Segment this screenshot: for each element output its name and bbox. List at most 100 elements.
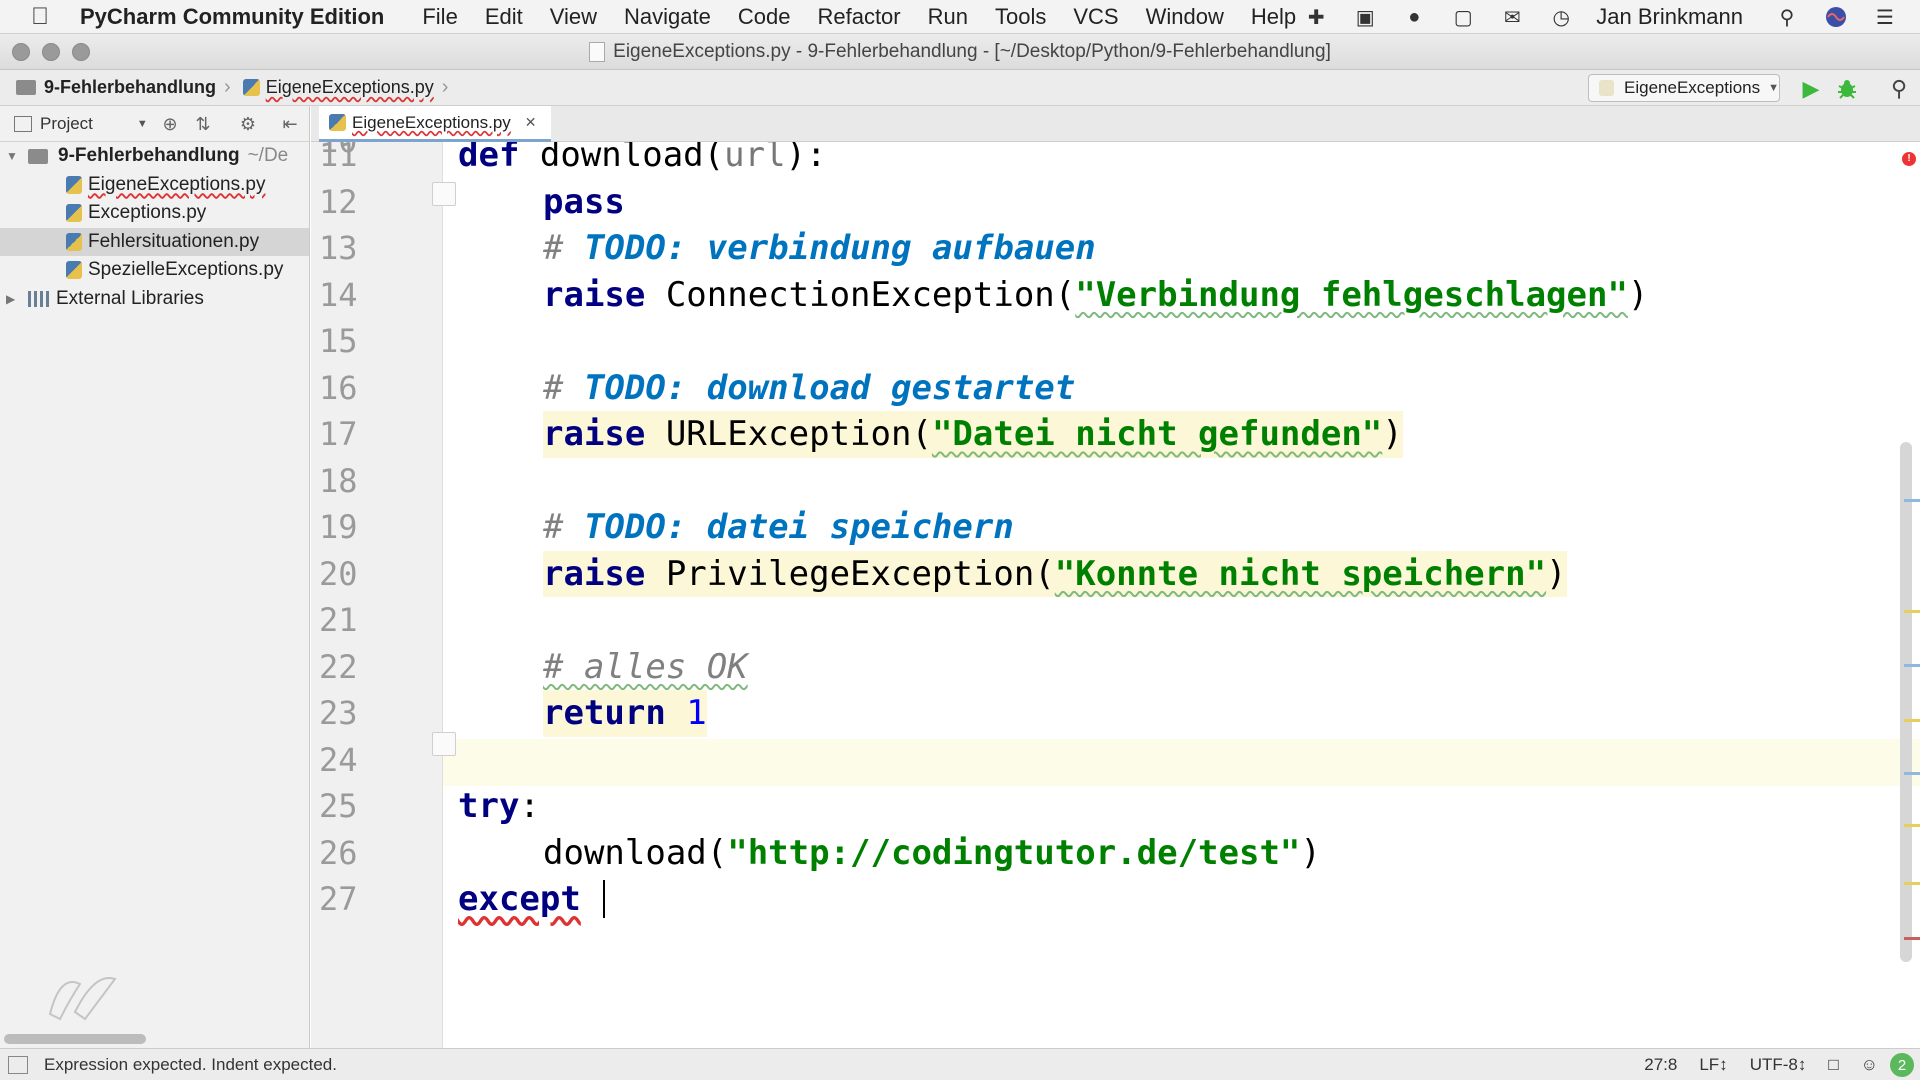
- warning-marker[interactable]: [1904, 610, 1920, 613]
- text-caret: [603, 880, 605, 918]
- expand-triangle-icon[interactable]: ▶: [6, 292, 20, 306]
- warning-marker[interactable]: [1904, 824, 1920, 827]
- line-number: 24: [319, 740, 358, 779]
- run-configuration-select[interactable]: EigeneExceptions ▼: [1588, 74, 1780, 102]
- zoom-window-button[interactable]: [72, 43, 90, 61]
- todo-marker[interactable]: [1904, 499, 1920, 502]
- keyword: raise: [543, 414, 646, 454]
- debug-icon[interactable]: [1834, 76, 1860, 102]
- file-label: Exceptions.py: [88, 202, 207, 224]
- punctuation: ):: [785, 142, 827, 175]
- tree-root-folder[interactable]: ▼ 9-Fehlerbehandlung ~/De: [0, 142, 309, 171]
- line-number: 12: [319, 182, 358, 221]
- tab-eigeneexceptions[interactable]: EigeneExceptions.py ✕: [319, 106, 551, 142]
- gear-icon[interactable]: ⚙: [238, 114, 258, 134]
- menu-refactor[interactable]: Refactor: [817, 4, 900, 30]
- tree-file-item[interactable]: EigeneExceptions.py: [0, 171, 309, 200]
- leaf-icon[interactable]: ●: [1400, 5, 1428, 29]
- apple-logo-icon[interactable]: : [0, 3, 80, 31]
- line-separator-selector[interactable]: LF↕: [1699, 1055, 1727, 1075]
- code-line-27: except: [458, 876, 581, 923]
- breadcrumb-project[interactable]: 9-Fehlerbehandlung ›: [0, 70, 233, 106]
- puzzle-icon[interactable]: ✚: [1302, 5, 1330, 29]
- hide-panel-icon[interactable]: ⇤: [280, 114, 300, 134]
- menu-run[interactable]: Run: [928, 4, 968, 30]
- menu-help[interactable]: Help: [1251, 4, 1296, 30]
- lock-icon[interactable]: □: [1828, 1055, 1838, 1075]
- function-name: download(: [519, 142, 725, 175]
- project-view-label[interactable]: Project: [40, 114, 93, 134]
- camera-icon[interactable]: ▢: [1449, 5, 1477, 29]
- encoding-selector[interactable]: UTF-8↕: [1750, 1055, 1807, 1075]
- todo-comment: TODO: verbindung aufbauen: [583, 228, 1096, 268]
- minimize-window-button[interactable]: [42, 43, 60, 61]
- menu-tools[interactable]: Tools: [995, 4, 1046, 30]
- menu-navigate[interactable]: Navigate: [624, 4, 711, 30]
- line-number: 23: [319, 694, 358, 732]
- tree-external-libraries[interactable]: ▶ External Libraries: [0, 285, 309, 314]
- run-icon[interactable]: ▶: [1798, 76, 1824, 102]
- code-line-19: # TODO: datei speichern: [543, 504, 1014, 551]
- notifications-badge[interactable]: 2: [1890, 1053, 1914, 1077]
- keyword: except: [458, 879, 581, 919]
- line-number-gutter: 10 11 12 13 14 15 16 17 18 19 20 21 22 2…: [311, 142, 443, 1048]
- fold-marker-icon[interactable]: [432, 732, 456, 756]
- warning-marker[interactable]: [1904, 882, 1920, 885]
- todo-marker[interactable]: [1904, 772, 1920, 775]
- menu-window[interactable]: Window: [1146, 4, 1224, 30]
- keyword: pass: [543, 181, 625, 222]
- menu-file[interactable]: File: [422, 4, 457, 30]
- error-indicator-icon[interactable]: !: [1902, 152, 1916, 166]
- python-file-icon: [242, 79, 260, 96]
- error-marker[interactable]: [1904, 937, 1920, 940]
- line-number: 27: [319, 880, 358, 918]
- menu-edit[interactable]: Edit: [485, 4, 523, 30]
- breadcrumb-file[interactable]: EigeneExceptions.py ›: [233, 70, 451, 106]
- keyword: return: [543, 693, 666, 733]
- warning-marker[interactable]: [1904, 719, 1920, 722]
- menu-view[interactable]: View: [550, 4, 597, 30]
- string-literal: "Konnte nicht speichern": [1054, 553, 1547, 594]
- expand-triangle-icon[interactable]: ▼: [6, 149, 20, 163]
- todo-marker[interactable]: [1904, 664, 1920, 667]
- close-window-button[interactable]: [12, 43, 30, 61]
- menu-code[interactable]: Code: [738, 4, 791, 30]
- close-icon[interactable]: ✕: [525, 114, 537, 131]
- chevron-right-icon: ›: [224, 76, 231, 98]
- tree-file-item[interactable]: Exceptions.py: [0, 199, 309, 228]
- scroll-from-source-icon[interactable]: ⊕: [160, 114, 180, 134]
- fold-marker-icon[interactable]: [432, 182, 456, 206]
- line-number: 25: [319, 787, 358, 825]
- menu-vcs[interactable]: VCS: [1073, 4, 1118, 30]
- string-literal: "Verbindung fehlgeschlagen": [1075, 274, 1628, 315]
- notification-center-icon[interactable]: ☰: [1871, 5, 1899, 29]
- inspector-icon[interactable]: ☺: [1861, 1055, 1878, 1075]
- python-file-icon: [66, 261, 82, 280]
- editor-tab-bar: EigeneExceptions.py ✕: [311, 106, 1920, 142]
- code-line-22: # alles OK: [543, 644, 748, 691]
- file-label: Fehlersituationen.py: [88, 230, 260, 252]
- code-line-14: raise ConnectionException("Verbindung fe…: [543, 272, 1648, 319]
- siri-icon[interactable]: [1822, 5, 1850, 29]
- tool-windows-toggle-icon[interactable]: [8, 1055, 28, 1074]
- tree-file-item[interactable]: SpezielleExceptions.py: [0, 256, 309, 285]
- caret-position[interactable]: 27:8: [1644, 1055, 1677, 1075]
- comment-hash: #: [543, 507, 584, 547]
- project-view-icon: [14, 115, 32, 132]
- call: ConnectionException(: [645, 274, 1076, 315]
- search-everywhere-icon[interactable]: ⚲: [1886, 76, 1912, 102]
- chat-bubble-icon[interactable]: ✉: [1498, 5, 1526, 29]
- screen-record-icon[interactable]: ▣: [1351, 5, 1379, 29]
- code-line-26: download("http://codingtutor.de/test"): [543, 830, 1321, 877]
- tree-file-item-selected[interactable]: Fehlersituationen.py: [0, 227, 309, 256]
- menu-app-name[interactable]: PyCharm Community Edition: [80, 4, 384, 30]
- spotlight-search-icon[interactable]: ⚲: [1773, 5, 1801, 29]
- line-number: 22: [319, 647, 358, 686]
- code-editor[interactable]: 10 11 12 13 14 15 16 17 18 19 20 21 22 2…: [311, 142, 1920, 1048]
- collapse-all-icon[interactable]: ⇅: [193, 114, 213, 134]
- user-name[interactable]: Jan Brinkmann: [1596, 4, 1743, 30]
- chevron-down-icon[interactable]: ▼: [137, 118, 148, 130]
- file-label: SpezielleExceptions.py: [88, 259, 284, 281]
- horizontal-scrollbar[interactable]: [4, 1034, 146, 1044]
- time-machine-icon[interactable]: ◷: [1547, 5, 1575, 29]
